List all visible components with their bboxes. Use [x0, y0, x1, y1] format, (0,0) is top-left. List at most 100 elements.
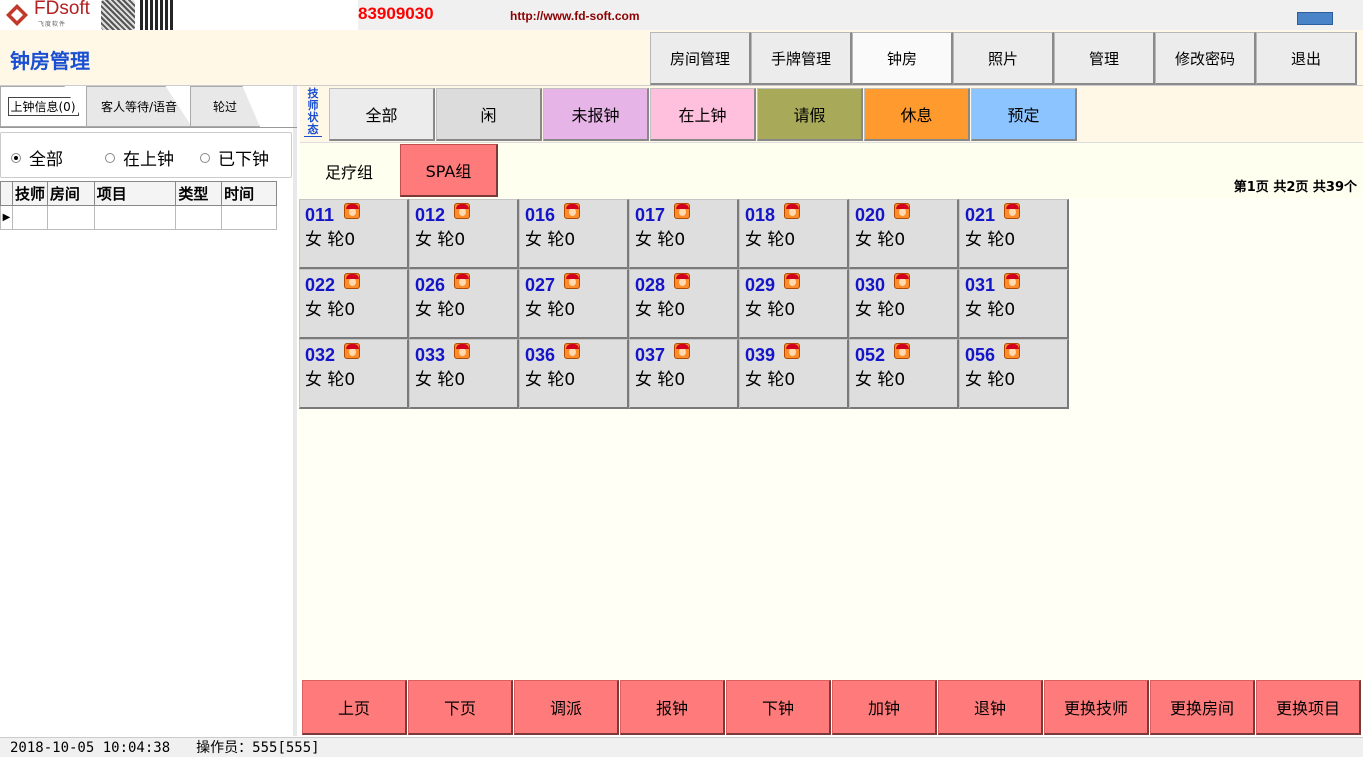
add-clock-button[interactable]: 加钟 — [832, 680, 937, 735]
logo-text: FDsoft — [34, 0, 90, 19]
column-technician[interactable]: 技师 — [11, 181, 48, 206]
nav-wristband-management[interactable]: 手牌管理 — [751, 32, 852, 85]
technician-card[interactable]: 017 女 轮0 — [629, 199, 739, 269]
filter-in-service[interactable]: 在上钟 — [650, 88, 756, 141]
nav-photos[interactable]: 照片 — [953, 32, 1054, 85]
technician-card[interactable]: 033 女 轮0 — [409, 339, 519, 409]
filter-rest[interactable]: 休息 — [864, 88, 970, 141]
technician-number: 036 — [525, 345, 556, 365]
technician-card[interactable]: 016 女 轮0 — [519, 199, 629, 269]
nav-room-management[interactable]: 房间管理 — [650, 32, 751, 85]
technician-avatar-icon — [784, 343, 800, 359]
table-cell[interactable] — [221, 205, 277, 230]
window-control-icon[interactable] — [1297, 12, 1333, 25]
radio-in-service[interactable]: 在上钟 — [105, 145, 174, 170]
cancel-clock-button[interactable]: 退钟 — [938, 680, 1043, 735]
technician-avatar-icon — [564, 343, 580, 359]
nav-change-password[interactable]: 修改密码 — [1155, 32, 1256, 85]
tab-guest-waiting[interactable]: 客人等待/语音 — [86, 86, 192, 127]
technician-card[interactable]: 012 女 轮0 — [409, 199, 519, 269]
technician-turn: 轮0 — [437, 370, 466, 390]
technician-info: 女 轮0 — [635, 225, 685, 250]
change-technician-button[interactable]: 更换技师 — [1044, 680, 1149, 735]
technician-number: 018 — [745, 205, 776, 225]
technician-card[interactable]: 022 女 轮0 — [299, 269, 409, 339]
row-indicator-header — [0, 181, 13, 206]
technician-card[interactable]: 052 女 轮0 — [849, 339, 959, 409]
clock-info-table: 技师 房间 项目 类型 时间 ▶ — [0, 181, 277, 230]
technician-card[interactable]: 031 女 轮0 — [959, 269, 1069, 339]
tab-passed[interactable]: 轮过 — [190, 86, 260, 127]
prev-page-button[interactable]: 上页 — [302, 680, 407, 735]
filter-idle[interactable]: 闲 — [436, 88, 542, 141]
technician-card[interactable]: 029 女 轮0 — [739, 269, 849, 339]
table-row[interactable]: ▶ — [0, 205, 277, 230]
change-item-button[interactable]: 更换项目 — [1256, 680, 1361, 735]
group-foot-therapy[interactable]: 足疗组 — [300, 144, 398, 197]
dispatch-button[interactable]: 调派 — [514, 680, 619, 735]
technician-card[interactable]: 026 女 轮0 — [409, 269, 519, 339]
table-cell[interactable] — [11, 205, 48, 230]
filter-reserved[interactable]: 预定 — [971, 88, 1077, 141]
nav-admin[interactable]: 管理 — [1054, 32, 1155, 85]
technician-turn: 轮0 — [437, 230, 466, 250]
technician-gender: 女 — [965, 370, 982, 390]
technician-number: 031 — [965, 275, 996, 295]
change-room-button[interactable]: 更换房间 — [1150, 680, 1255, 735]
technician-card[interactable]: 039 女 轮0 — [739, 339, 849, 409]
website-link[interactable]: http://www.fd-soft.com — [510, 9, 640, 23]
technician-number: 028 — [635, 275, 666, 295]
radio-all[interactable]: 全部 — [11, 145, 63, 170]
report-clock-button[interactable]: 报钟 — [620, 680, 725, 735]
technician-gender: 女 — [855, 370, 872, 390]
column-time[interactable]: 时间 — [221, 181, 277, 206]
column-type[interactable]: 类型 — [175, 181, 223, 206]
technician-gender: 女 — [415, 300, 432, 320]
nav-exit[interactable]: 退出 — [1256, 32, 1357, 85]
end-clock-button[interactable]: 下钟 — [726, 680, 831, 735]
table-cell[interactable] — [46, 205, 95, 230]
technician-avatar-icon — [1004, 273, 1020, 289]
technician-gender: 女 — [745, 370, 762, 390]
filter-leave[interactable]: 请假 — [757, 88, 863, 141]
radio-dot-icon — [200, 152, 210, 163]
technician-card[interactable]: 018 女 轮0 — [739, 199, 849, 269]
column-item[interactable]: 项目 — [93, 181, 177, 206]
top-banner: FDsoft 飞度软件 83909030 http://www.fd-soft.… — [0, 0, 1363, 30]
filter-not-reported[interactable]: 未报钟 — [543, 88, 649, 141]
technician-avatar-icon — [564, 203, 580, 219]
technician-card[interactable]: 011 女 轮0 — [299, 199, 409, 269]
technician-turn: 轮0 — [987, 370, 1016, 390]
technician-number: 056 — [965, 345, 996, 365]
table-cell[interactable] — [93, 205, 177, 230]
radio-finished[interactable]: 已下钟 — [200, 145, 269, 170]
filter-all[interactable]: 全部 — [329, 88, 435, 141]
technician-card[interactable]: 036 女 轮0 — [519, 339, 629, 409]
technician-card[interactable]: 028 女 轮0 — [629, 269, 739, 339]
technician-card[interactable]: 030 女 轮0 — [849, 269, 959, 339]
technician-turn: 轮0 — [767, 300, 796, 320]
technician-gender: 女 — [525, 370, 542, 390]
technician-avatar-icon — [1004, 203, 1020, 219]
technician-card[interactable]: 032 女 轮0 — [299, 339, 409, 409]
tab-clock-info[interactable]: 上钟信息(0) — [0, 86, 86, 127]
next-page-button[interactable]: 下页 — [408, 680, 513, 735]
technician-info: 女 轮0 — [745, 365, 795, 390]
technician-turn: 轮0 — [987, 230, 1016, 250]
technician-card[interactable]: 037 女 轮0 — [629, 339, 739, 409]
technician-turn: 轮0 — [877, 300, 906, 320]
group-spa[interactable]: SPA组 — [400, 144, 498, 197]
nav-clock-room[interactable]: 钟房 — [852, 32, 953, 85]
technician-card[interactable]: 027 女 轮0 — [519, 269, 629, 339]
technician-turn: 轮0 — [437, 300, 466, 320]
technician-turn: 轮0 — [657, 230, 686, 250]
technician-info: 女 轮0 — [745, 295, 795, 320]
technician-turn: 轮0 — [657, 370, 686, 390]
technician-card[interactable]: 056 女 轮0 — [959, 339, 1069, 409]
technician-number: 029 — [745, 275, 776, 295]
table-cell[interactable] — [175, 205, 223, 230]
technician-card[interactable]: 020 女 轮0 — [849, 199, 959, 269]
technician-card[interactable]: 021 女 轮0 — [959, 199, 1069, 269]
column-room[interactable]: 房间 — [46, 181, 95, 206]
technician-avatar-icon — [1004, 343, 1020, 359]
